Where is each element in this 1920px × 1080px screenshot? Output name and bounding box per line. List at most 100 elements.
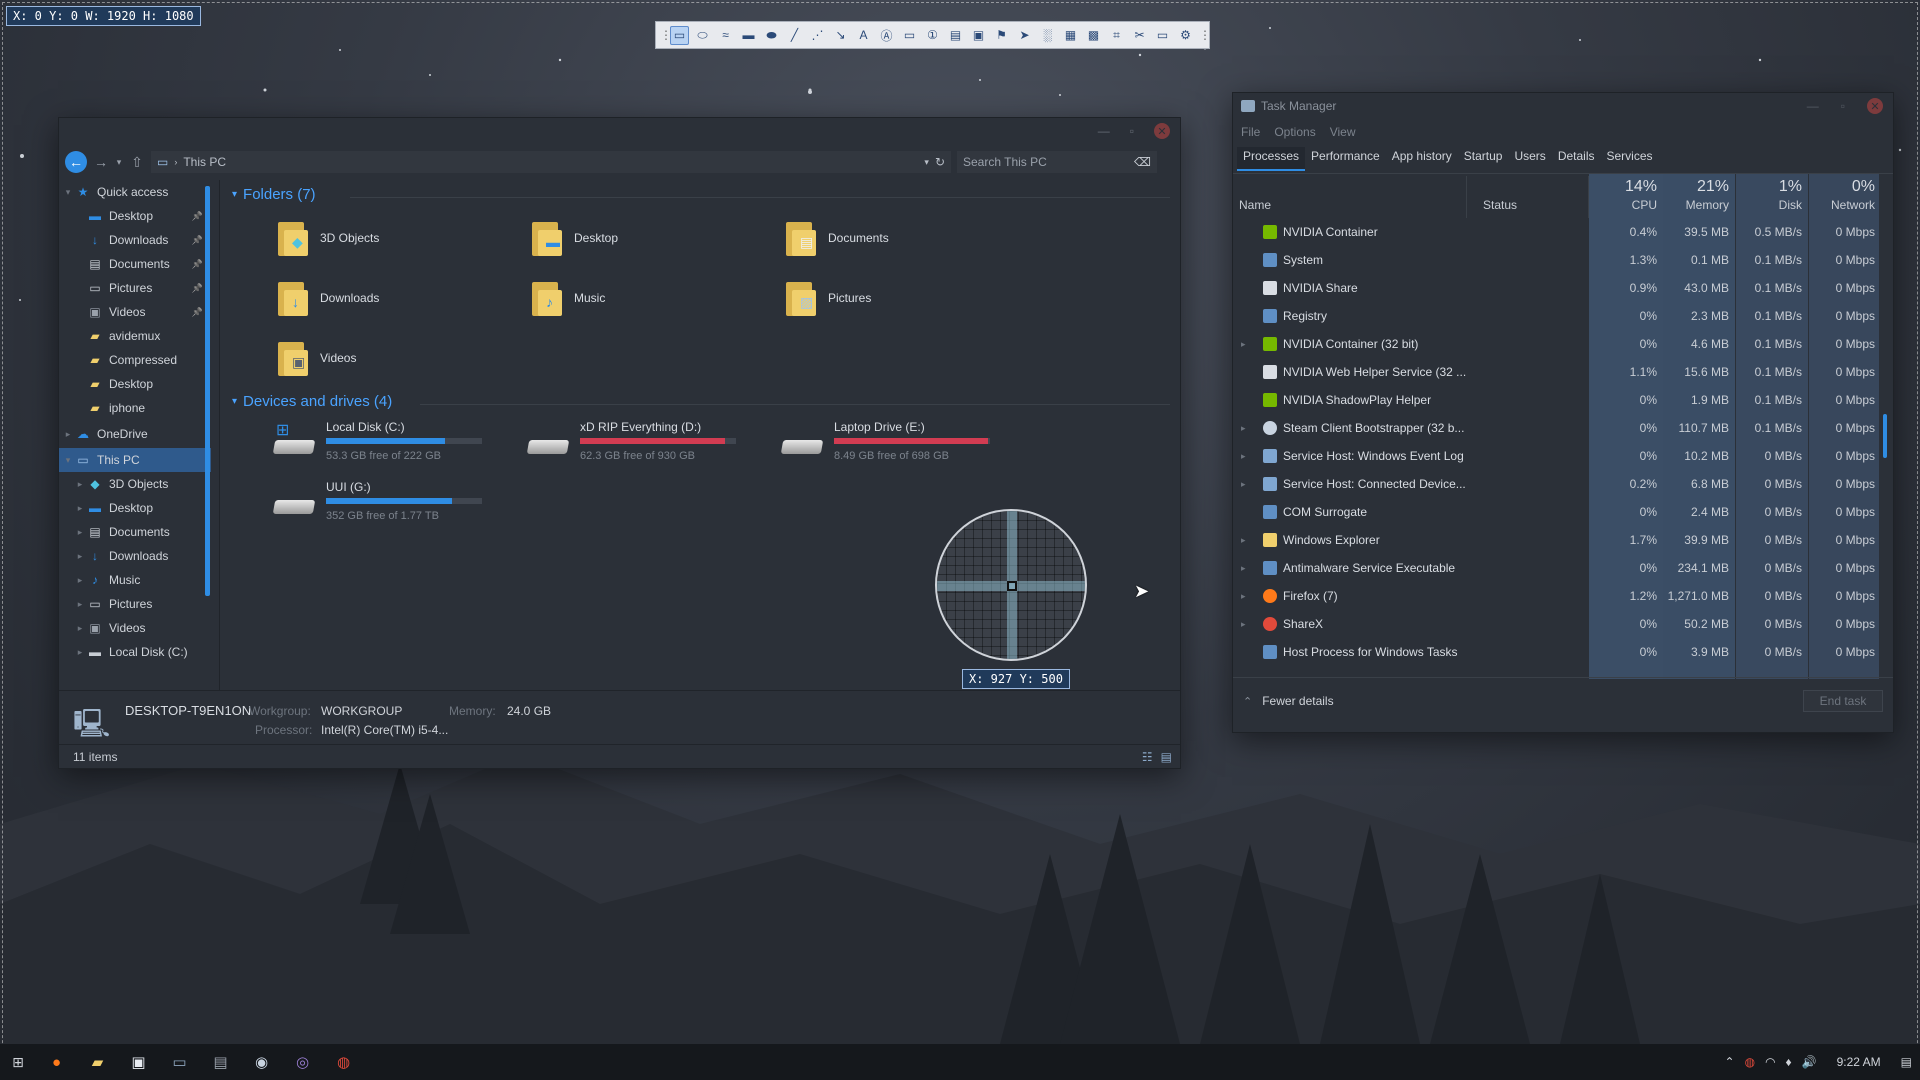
drives-group-header[interactable]: ▾ Devices and drives (4) <box>232 393 392 410</box>
maximize-icon[interactable]: ▫ <box>1130 124 1134 138</box>
process-row[interactable]: ▸ Firefox (7) 1.2% 1,271.0 MB 0 MB/s 0 Mbps <box>1233 582 1879 610</box>
maximize-icon[interactable]: ▫ <box>1841 99 1845 113</box>
expand-chevron-icon[interactable]: ▸ <box>1241 423 1246 434</box>
process-row[interactable]: ▸ Service Host: Windows Event Log 0% 10.2 M… <box>1233 442 1879 470</box>
expand-chevron-icon[interactable]: ▸ <box>73 503 87 514</box>
nav-item[interactable]: ▰ iphone <box>59 396 211 420</box>
text-outline-icon[interactable]: Ⓐ <box>877 26 896 45</box>
close-icon[interactable]: ✕ <box>1154 123 1170 139</box>
column-network[interactable]: 0% Network <box>1813 178 1875 212</box>
sharex-tray-icon[interactable]: ◍ <box>1745 1055 1755 1069</box>
dotted-line-icon[interactable]: ⋰ <box>808 26 827 45</box>
process-row[interactable]: ▸ Windows Explorer 1.7% 39.9 MB 0 MB/s 0 Mbps <box>1233 526 1879 554</box>
process-row[interactable]: ▸ Steam Client Bootstrapper (32 b... 0% 110… <box>1233 414 1879 442</box>
close-icon[interactable]: ✕ <box>1867 98 1883 114</box>
folder-tile[interactable]: ♪ Music <box>532 280 605 316</box>
column-name[interactable]: Name <box>1239 198 1271 212</box>
expand-chevron-icon[interactable]: ▸ <box>1241 479 1246 490</box>
column-separator[interactable] <box>1588 176 1589 218</box>
folders-group-header[interactable]: ▾ Folders (7) <box>232 186 316 203</box>
expand-chevron-icon[interactable]: ▸ <box>73 647 87 658</box>
steam-icon[interactable]: ◉ <box>241 1044 282 1080</box>
image-options-icon[interactable]: ▭ <box>1153 26 1172 45</box>
nav-item[interactable]: ▸ ▬ Local Disk (C:) <box>59 640 211 664</box>
process-table-scrollbar[interactable] <box>1883 414 1887 458</box>
process-row[interactable]: ▸ ShareX 0% 50.2 MB 0 MB/s 0 Mbps <box>1233 610 1879 638</box>
process-row[interactable]: NVIDIA Web Helper Service (32 ... 1.1% 15.… <box>1233 358 1879 386</box>
ellipse-region-icon[interactable]: ⬭ <box>693 26 712 45</box>
up-icon[interactable]: ⇧ <box>129 154 145 171</box>
column-cpu[interactable]: 14% CPU <box>1593 178 1657 212</box>
nav-item[interactable]: ▸ ▬ Desktop <box>59 496 211 520</box>
expand-chevron-icon[interactable]: ▾ <box>61 455 75 466</box>
back-button[interactable]: ← <box>65 151 87 173</box>
minimize-icon[interactable]: — <box>1098 124 1110 138</box>
pixelate-icon[interactable]: ▩ <box>1084 26 1103 45</box>
store-icon[interactable]: ▣ <box>118 1044 159 1080</box>
expand-chevron-icon[interactable]: ▸ <box>73 551 87 562</box>
wifi-icon[interactable]: ◠ <box>1765 1055 1775 1069</box>
refresh-icon[interactable]: ↻ <box>935 155 945 169</box>
expand-chevron-icon[interactable]: ▸ <box>73 527 87 538</box>
nav-item[interactable]: ▬ Desktop 📌 <box>59 204 211 228</box>
freehand-region-icon[interactable]: ≈ <box>716 26 735 45</box>
network-monitor-icon[interactable]: ▤ <box>200 1044 241 1080</box>
clipboard-icon[interactable]: ▤ <box>946 26 965 45</box>
line-icon[interactable]: ╱ <box>785 26 804 45</box>
expand-chevron-icon[interactable]: ▸ <box>1241 339 1246 350</box>
start-grid-icon[interactable]: ⊞ <box>0 1054 36 1071</box>
nav-item[interactable]: ▸ ♪ Music <box>59 568 211 592</box>
nav-item[interactable]: ▤ Documents 📌 <box>59 252 211 276</box>
fullscreen-icon[interactable]: ▬ <box>739 26 758 45</box>
folder-tile[interactable]: ▨ Pictures <box>786 280 871 316</box>
folder-tile[interactable]: ◆ 3D Objects <box>278 220 379 256</box>
process-row[interactable]: COM Surrogate 0% 2.4 MB 0 MB/s 0 Mbps <box>1233 498 1879 526</box>
folder-tile[interactable]: ▤ Documents <box>786 220 889 256</box>
clear-search-icon[interactable]: ⌫ <box>1134 155 1151 169</box>
details-view-icon[interactable]: ☷ <box>1142 750 1153 764</box>
settings-icon[interactable]: ⚙ <box>1176 26 1195 45</box>
process-row[interactable]: Registry 0% 2.3 MB 0.1 MB/s 0 Mbps <box>1233 302 1879 330</box>
tab-details[interactable]: Details <box>1552 147 1601 171</box>
expand-chevron-icon[interactable]: ▸ <box>61 429 75 440</box>
address-dropdown-icon[interactable]: ▾ <box>924 157 929 168</box>
column-memory[interactable]: 21% Memory <box>1667 178 1729 212</box>
process-row[interactable]: NVIDIA ShadowPlay Helper 0% 1.9 MB 0.1 MB/s… <box>1233 386 1879 414</box>
text-icon[interactable]: A <box>854 26 873 45</box>
recent-locations-icon[interactable]: ▾ <box>115 157 123 168</box>
cursor-icon[interactable]: ➤ <box>1015 26 1034 45</box>
menu-view[interactable]: View <box>1330 125 1356 139</box>
menu-file[interactable]: File <box>1241 125 1260 139</box>
file-explorer-icon[interactable]: ▰ <box>77 1044 118 1080</box>
drive-tile[interactable]: UUI (G:) 352 GB free of 1.77 TB <box>272 480 482 522</box>
expand-chevron-icon[interactable]: ▸ <box>1241 451 1246 462</box>
nav-item[interactable]: ▸ ▤ Documents <box>59 520 211 544</box>
expand-chevron-icon[interactable]: ▸ <box>1241 563 1246 574</box>
sharex-icon[interactable]: ◍ <box>323 1044 364 1080</box>
firefox-icon[interactable]: ● <box>36 1044 77 1080</box>
folder-tile[interactable]: ▬ Desktop <box>532 220 618 256</box>
nav-item[interactable]: ▰ Desktop <box>59 372 211 396</box>
drive-tile[interactable]: ⊞ Local Disk (C:) 53.3 GB free of 222 GB <box>272 420 482 462</box>
expand-chevron-icon[interactable]: ▸ <box>73 479 87 490</box>
drive-tile[interactable]: xD RIP Everything (D:) 62.3 GB free of 93… <box>526 420 736 462</box>
nav-item[interactable]: ▾ ★ Quick access <box>59 180 211 204</box>
nav-item[interactable]: ▸ ◆ 3D Objects <box>59 472 211 496</box>
blur-icon[interactable]: ░ <box>1038 26 1057 45</box>
expand-chevron-icon[interactable]: ▸ <box>1241 619 1246 630</box>
tab-startup[interactable]: Startup <box>1458 147 1509 171</box>
column-disk[interactable]: 1% Disk <box>1740 178 1802 212</box>
minimize-icon[interactable]: — <box>1807 99 1819 113</box>
large-icons-view-icon[interactable]: ▤ <box>1161 750 1172 764</box>
column-separator[interactable] <box>1466 176 1467 218</box>
chevron-up-icon[interactable]: ⌃ <box>1725 1055 1735 1069</box>
process-row[interactable]: ▸ Antimalware Service Executable 0% 234.1 M… <box>1233 554 1879 582</box>
expand-chevron-icon[interactable]: ▾ <box>61 187 75 198</box>
tab-app-history[interactable]: App history <box>1386 147 1458 171</box>
nav-item[interactable]: ▣ Videos 📌 <box>59 300 211 324</box>
process-row[interactable]: ▸ NVIDIA Container (32 bit) 0% 4.6 MB 0.1 MB… <box>1233 330 1879 358</box>
process-row[interactable]: System 1.3% 0.1 MB 0.1 MB/s 0 Mbps <box>1233 246 1879 274</box>
menu-options[interactable]: Options <box>1274 125 1315 139</box>
speech-bubble-icon[interactable]: ▭ <box>900 26 919 45</box>
notification-icon[interactable]: ▤ <box>1901 1055 1912 1069</box>
